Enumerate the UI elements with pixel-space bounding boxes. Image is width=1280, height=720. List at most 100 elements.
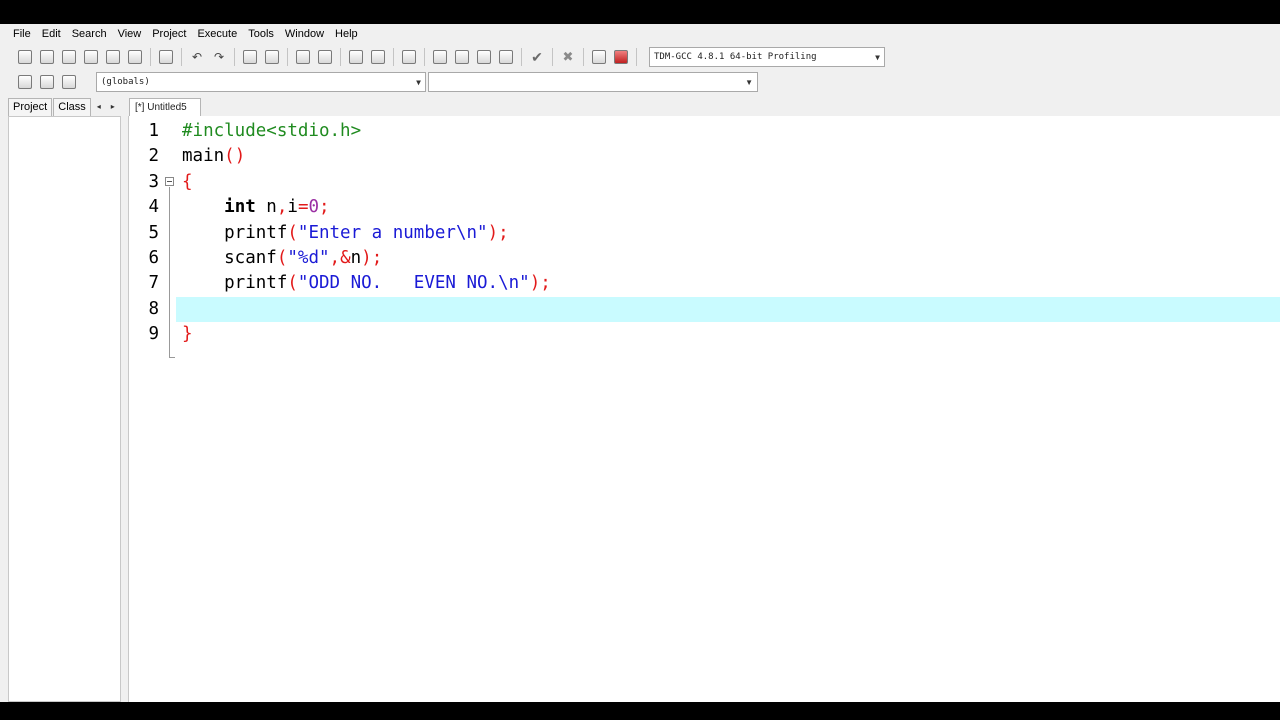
- toggle-comment-button[interactable]: [400, 48, 418, 66]
- compile-icon: [433, 50, 447, 64]
- line-number: 3: [148, 171, 159, 192]
- line-number: 1: [148, 121, 159, 141]
- menu-bar: File Edit Search View Project Execute To…: [0, 24, 1280, 44]
- toolbar-separator: [636, 48, 637, 66]
- project-browser: [8, 116, 121, 702]
- replace-icon: [265, 50, 279, 64]
- menu-search[interactable]: Search: [67, 28, 112, 40]
- dev-cpp-window: File Edit Search View Project Execute To…: [0, 24, 1280, 702]
- unindent-button[interactable]: [369, 48, 387, 66]
- code-token: (: [287, 222, 298, 243]
- compile-button[interactable]: [431, 48, 449, 66]
- toolbar-separator: [181, 48, 182, 66]
- new-file-icon: [18, 50, 32, 64]
- save-all-button[interactable]: [82, 48, 100, 66]
- line-number: 9: [148, 324, 159, 345]
- code-line[interactable]: printf("ODD NO. EVEN NO.\n");: [179, 271, 1280, 296]
- code-token: printf: [182, 222, 288, 243]
- fold-collapse-icon[interactable]: [165, 177, 174, 186]
- chevron-down-icon: ▼: [745, 77, 753, 87]
- fold-end-marker: [169, 357, 175, 358]
- tab-classes[interactable]: Class: [53, 98, 91, 116]
- member-select[interactable]: ▼: [428, 72, 758, 92]
- open-button[interactable]: [38, 48, 56, 66]
- indent-button[interactable]: [347, 48, 365, 66]
- menu-view[interactable]: View: [113, 28, 147, 40]
- help-button[interactable]: [60, 73, 78, 91]
- code-token: ,: [276, 197, 288, 218]
- compiler-select-value: TDM-GCC 4.8.1 64-bit Profiling: [654, 52, 817, 62]
- find-icon: [243, 50, 257, 64]
- code-token: n: [255, 197, 277, 218]
- replace-button[interactable]: [263, 48, 281, 66]
- code-token: scanf: [182, 248, 277, 268]
- code-editor[interactable]: 123456789 #include<stdio.h> main(){ int n…: [128, 116, 1280, 702]
- syntax-check-button[interactable]: ✔: [528, 48, 546, 66]
- goto-line-button[interactable]: [294, 48, 312, 66]
- shield-icon: [402, 50, 416, 64]
- code-token: }: [182, 324, 193, 345]
- new-class-button[interactable]: [16, 73, 34, 91]
- menu-window[interactable]: Window: [280, 28, 329, 40]
- redo-button[interactable]: ↷: [210, 48, 228, 66]
- menu-tools[interactable]: Tools: [243, 28, 279, 40]
- line-number: 2: [148, 146, 159, 167]
- goto-line-icon: [296, 50, 310, 64]
- code-line[interactable]: int n,i=0;: [179, 195, 1280, 220]
- code-token: "%d": [287, 248, 330, 268]
- stop-button[interactable]: ✖: [559, 48, 577, 66]
- rebuild-button[interactable]: [497, 48, 515, 66]
- menu-project[interactable]: Project: [147, 28, 191, 40]
- code-line[interactable]: scanf("%d",&n);: [179, 246, 1280, 271]
- line-number: 4: [148, 197, 159, 218]
- compile-run-button[interactable]: [475, 48, 493, 66]
- code-line[interactable]: [176, 296, 1280, 322]
- code-line[interactable]: printf("Enter a number\n");: [179, 221, 1280, 246]
- tab-untitled5[interactable]: [*] Untitled5: [129, 98, 201, 116]
- code-token: {: [182, 171, 193, 192]
- close-button[interactable]: [104, 48, 122, 66]
- scope-select[interactable]: (globals) ▼: [96, 72, 426, 92]
- code-area[interactable]: #include<stdio.h> main(){ int n,i=0; prin…: [176, 116, 1280, 702]
- find-button[interactable]: [241, 48, 259, 66]
- chevron-left-icon[interactable]: ◂: [92, 98, 106, 116]
- code-token: i: [287, 197, 298, 218]
- code-token: int: [224, 197, 256, 218]
- compiler-select[interactable]: TDM-GCC 4.8.1 64-bit Profiling ▼: [649, 47, 885, 67]
- chevron-right-icon[interactable]: ▸: [106, 98, 120, 116]
- fold-guide: [169, 187, 170, 357]
- close-all-button[interactable]: [126, 48, 144, 66]
- scope-select-value: (globals): [101, 77, 150, 87]
- code-line[interactable]: {: [179, 170, 1280, 195]
- menu-edit[interactable]: Edit: [37, 28, 66, 40]
- menu-file[interactable]: File: [8, 28, 36, 40]
- run-button[interactable]: [453, 48, 471, 66]
- code-line[interactable]: }: [179, 322, 1280, 347]
- close-icon: ✖: [562, 49, 574, 64]
- menu-execute[interactable]: Execute: [192, 28, 242, 40]
- save-button[interactable]: [60, 48, 78, 66]
- code-line[interactable]: main(): [179, 144, 1280, 169]
- code-line[interactable]: #include<stdio.h>: [179, 119, 1280, 144]
- chevron-down-icon: ▼: [416, 77, 421, 87]
- undo-button[interactable]: ↶: [188, 48, 206, 66]
- bookmark-button[interactable]: [316, 48, 334, 66]
- insert-icon: [40, 75, 54, 89]
- fold-margin: [161, 116, 179, 702]
- code-token: "ODD NO. EVEN NO.\n": [297, 273, 530, 294]
- debug-button[interactable]: [590, 48, 608, 66]
- insert-button[interactable]: [38, 73, 56, 91]
- toolbar-separator: [150, 48, 151, 66]
- help-icon: [62, 75, 76, 89]
- menu-help[interactable]: Help: [330, 28, 363, 40]
- unindent-icon: [371, 50, 385, 64]
- toolbar-separator: [234, 48, 235, 66]
- print-icon: [159, 50, 173, 64]
- tab-project[interactable]: Project: [8, 98, 53, 116]
- new-file-button[interactable]: [16, 48, 34, 66]
- print-button[interactable]: [157, 48, 175, 66]
- line-number: 7: [148, 273, 159, 294]
- profile-button[interactable]: [612, 48, 630, 66]
- rebuild-icon: [499, 50, 513, 64]
